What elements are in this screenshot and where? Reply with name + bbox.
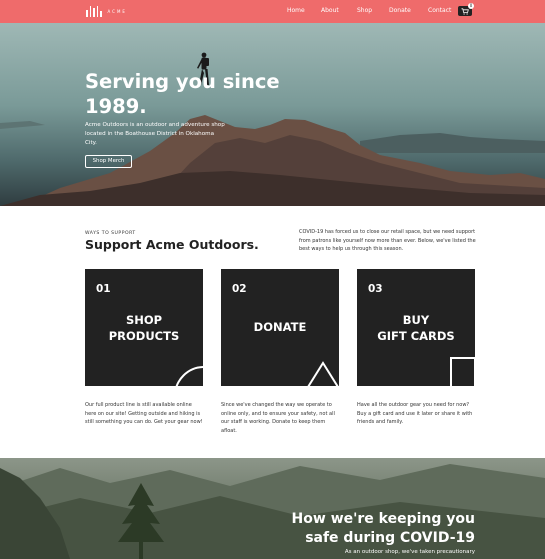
triangle-icon xyxy=(307,361,339,386)
buy-gift-cards-card[interactable]: 03 BUY GIFT CARDS xyxy=(357,269,475,386)
donate-description: Since we've changed the way we operate t… xyxy=(221,402,335,434)
hero-title: Serving you since 1989. xyxy=(85,70,280,118)
nav-link-home[interactable]: Home xyxy=(287,7,305,14)
hero-section: Serving you since 1989. Acme Outdoors is… xyxy=(0,23,545,206)
quarter-circle-icon xyxy=(175,366,203,386)
nav-link-contact[interactable]: Contact xyxy=(428,7,451,14)
cart-button[interactable]: 0 xyxy=(458,3,474,16)
covid-section-subtitle: As an outdoor shop, we've taken precauti… xyxy=(344,549,475,555)
cart-count-badge: 0 xyxy=(468,3,474,9)
cart-icon xyxy=(461,7,469,15)
brand-name: ACME xyxy=(107,9,127,14)
card-label: BUY GIFT CARDS xyxy=(377,313,455,343)
covid-section: How we're keeping you safe during COVID-… xyxy=(0,458,545,559)
logo-icon xyxy=(86,6,102,17)
square-icon xyxy=(450,357,475,386)
covid-section-title: How we're keeping you safe during COVID-… xyxy=(291,511,475,546)
brand-logo[interactable]: ACME xyxy=(86,5,127,18)
support-eyebrow: WAYS TO SUPPORT xyxy=(85,231,136,236)
card-number: 03 xyxy=(368,283,383,295)
shop-products-description: Our full product line is still available… xyxy=(85,402,203,425)
shop-merch-button[interactable]: Shop Merch xyxy=(85,155,132,168)
gift-cards-description: Have all the outdoor gear you need for n… xyxy=(357,402,473,425)
nav-link-about[interactable]: About xyxy=(321,7,339,14)
shop-products-card[interactable]: 01 SHOP PRODUCTS xyxy=(85,269,203,386)
card-label: SHOP PRODUCTS xyxy=(108,313,180,343)
donate-card[interactable]: 02 DONATE xyxy=(221,269,339,386)
card-label: DONATE xyxy=(253,320,307,334)
support-title: Support Acme Outdoors. xyxy=(85,237,259,252)
hero-subtitle: Acme Outdoors is an outdoor and adventur… xyxy=(85,122,225,146)
top-nav: ACME Home About Shop Donate Contact 0 xyxy=(0,0,545,23)
nav-link-shop[interactable]: Shop xyxy=(357,7,372,14)
card-number: 02 xyxy=(232,283,247,295)
nav-link-donate[interactable]: Donate xyxy=(389,7,411,14)
card-number: 01 xyxy=(96,283,111,295)
covid-note: COVID-19 has forced us to close our reta… xyxy=(299,229,476,252)
